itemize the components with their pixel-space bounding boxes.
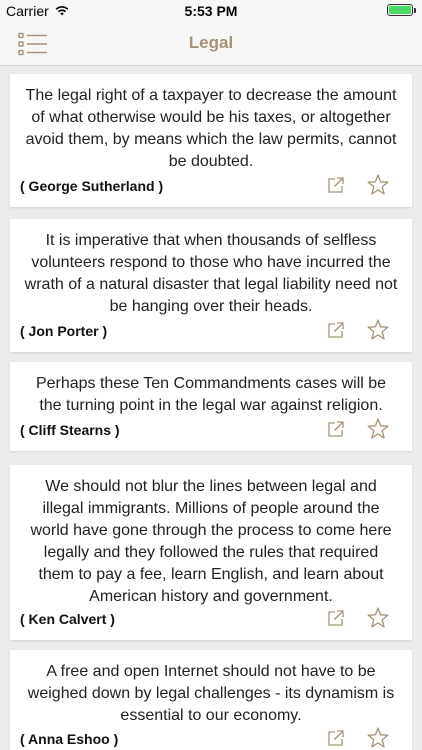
share-icon	[328, 177, 344, 193]
star-icon	[367, 174, 389, 195]
share-icon	[328, 421, 344, 437]
quote-text: Perhaps these Ten Commandments cases wil…	[35, 375, 387, 414]
favorite-button[interactable]	[366, 318, 390, 342]
quote-card: The legal right of a taxpayer to decreas…	[10, 74, 412, 207]
quote-author: ( George Sutherland )	[20, 178, 164, 194]
favorite-button[interactable]	[366, 417, 390, 441]
quote-text: The legal right of a taxpayer to decreas…	[25, 87, 397, 170]
share-icon	[328, 610, 344, 626]
favorite-button[interactable]	[366, 173, 390, 197]
quote-card: A free and open Internet should not have…	[10, 650, 412, 750]
quote-text: It is imperative that when thousands of …	[24, 232, 398, 315]
star-icon	[367, 418, 389, 439]
quote-author: ( Ken Calvert )	[20, 611, 115, 627]
share-icon	[328, 730, 344, 746]
page-title: Legal	[188, 33, 234, 52]
quote-card: We should not blur the lines between leg…	[10, 465, 412, 640]
star-icon	[367, 727, 389, 748]
quote-card: It is imperative that when thousands of …	[10, 219, 412, 352]
status-time: 5:53 PM	[184, 3, 238, 19]
quote-text: We should not blur the lines between leg…	[30, 478, 392, 605]
share-button[interactable]	[326, 608, 346, 628]
share-icon	[328, 322, 344, 338]
share-button[interactable]	[326, 175, 346, 195]
share-button[interactable]	[326, 728, 346, 748]
battery-indicator	[383, 4, 416, 16]
battery-icon	[387, 4, 413, 16]
quote-card: Perhaps these Ten Commandments cases wil…	[10, 362, 412, 451]
star-icon	[367, 607, 389, 628]
navigation-bar: Legal	[0, 22, 422, 66]
favorite-button[interactable]	[366, 726, 390, 750]
status-bar: Carrier 5:53 PM	[0, 0, 422, 22]
battery-tip	[414, 7, 416, 13]
battery-fill	[389, 6, 411, 14]
quote-author: ( Jon Porter )	[20, 323, 108, 339]
quote-text: A free and open Internet should not have…	[27, 663, 395, 724]
share-button[interactable]	[326, 320, 346, 340]
quote-author: ( Cliff Stearns )	[20, 422, 120, 438]
favorite-button[interactable]	[366, 606, 390, 630]
share-button[interactable]	[326, 419, 346, 439]
quote-author: ( Anna Eshoo )	[20, 731, 119, 747]
star-icon	[367, 319, 389, 340]
